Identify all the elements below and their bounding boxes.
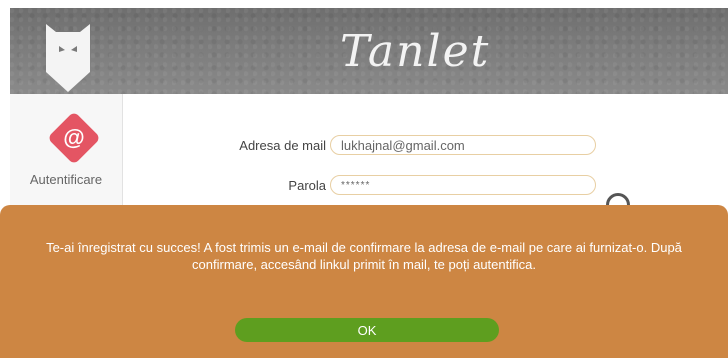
success-dialog: Te-ai înregistrat cu succes! A fost trim… (0, 205, 728, 358)
email-label: Adresa de mail (239, 138, 326, 153)
at-icon[interactable]: @ (58, 122, 90, 154)
sidebar-item-authentication-label[interactable]: Autentificare (10, 172, 122, 187)
success-message: Te-ai înregistrat cu succes! A fost trim… (46, 240, 682, 272)
password-row: Parola ****** (200, 175, 600, 197)
password-field[interactable]: ****** (330, 175, 596, 195)
app-title: Tanlet (340, 26, 491, 77)
password-label: Parola (288, 178, 326, 193)
email-row: Adresa de mail lukhajnal@gmail.com (200, 135, 600, 157)
ok-button[interactable]: OK (235, 318, 499, 342)
fox-logo-icon (46, 24, 90, 92)
email-field[interactable]: lukhajnal@gmail.com (330, 135, 596, 155)
app-header: Tanlet (10, 8, 728, 94)
